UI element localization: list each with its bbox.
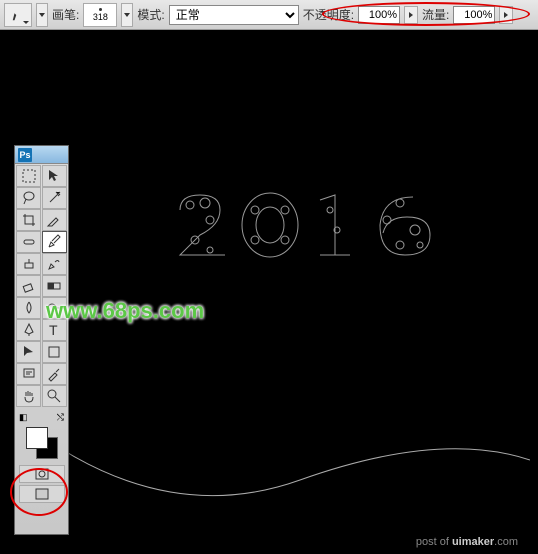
opacity-flyout[interactable] <box>404 6 418 24</box>
healing-brush-tool[interactable] <box>16 231 41 253</box>
pen-tool[interactable] <box>16 319 41 341</box>
curve-path <box>20 410 530 540</box>
crop-tool[interactable] <box>16 209 41 231</box>
eraser-tool[interactable] <box>16 275 41 297</box>
opacity-input[interactable] <box>358 6 400 24</box>
brush-preview[interactable]: 318 <box>83 3 117 27</box>
clone-stamp-tool[interactable] <box>16 253 41 275</box>
hand-tool[interactable] <box>16 385 41 407</box>
canvas[interactable]: www.68ps.com post of uimaker.com <box>0 30 538 554</box>
flow-flyout[interactable] <box>499 6 513 24</box>
footer-credit: post of uimaker.com <box>416 536 518 548</box>
shape-tool[interactable] <box>42 341 67 363</box>
swap-colors-icon[interactable]: ⤭ <box>57 412 64 423</box>
brush-label: 画笔: <box>52 6 79 23</box>
decorative-year-2016 <box>165 185 475 275</box>
marquee-tool[interactable] <box>16 165 41 187</box>
tool-preset-picker[interactable] <box>4 3 32 27</box>
blend-mode-select[interactable]: 正常 <box>169 5 299 25</box>
quickmask-toggle[interactable] <box>19 465 65 483</box>
zoom-tool[interactable] <box>42 385 67 407</box>
options-bar: 画笔: 318 模式: 正常 不透明度: 流量: <box>0 0 538 30</box>
tools-panel: Ps T ◧ ⤭ <box>14 145 69 535</box>
gradient-tool[interactable] <box>42 275 67 297</box>
ps-logo-icon: Ps <box>18 148 32 162</box>
history-brush-tool[interactable] <box>42 253 67 275</box>
watermark-68ps: www.68ps.com <box>46 298 204 324</box>
default-colors-icon[interactable]: ◧ <box>19 412 28 423</box>
tools-panel-header[interactable]: Ps <box>15 146 68 164</box>
foreground-color[interactable] <box>26 427 48 449</box>
path-selection-tool[interactable] <box>16 341 41 363</box>
magic-wand-tool[interactable] <box>42 187 67 209</box>
slice-tool[interactable] <box>42 209 67 231</box>
flow-input[interactable] <box>453 6 495 24</box>
brush-size-value: 318 <box>93 12 108 22</box>
color-swatches[interactable] <box>26 427 58 459</box>
screen-mode-toggle[interactable] <box>19 485 65 503</box>
flow-label: 流量: <box>422 6 449 23</box>
eyedropper-tool[interactable] <box>42 363 67 385</box>
brush-tool[interactable] <box>42 231 67 253</box>
blur-tool[interactable] <box>16 297 41 319</box>
lasso-tool[interactable] <box>16 187 41 209</box>
svg-text:T: T <box>49 322 58 338</box>
move-tool[interactable] <box>42 165 67 187</box>
opacity-label: 不透明度: <box>303 6 354 23</box>
notes-tool[interactable] <box>16 363 41 385</box>
mode-label: 模式: <box>137 6 164 23</box>
tool-preset-dropdown[interactable] <box>36 3 48 27</box>
brush-dropdown[interactable] <box>121 3 133 27</box>
